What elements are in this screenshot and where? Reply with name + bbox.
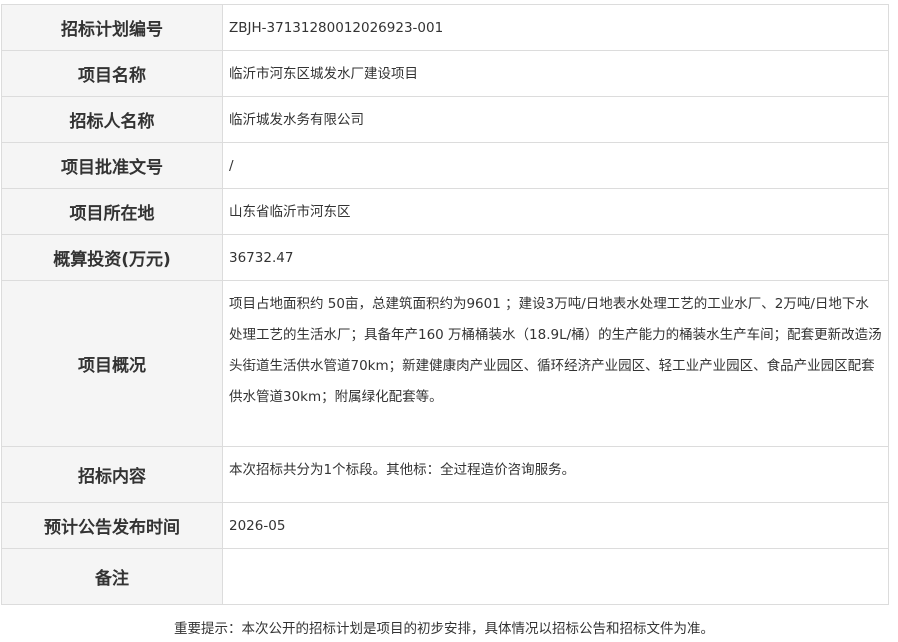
approval-number-value: / [222, 142, 889, 189]
project-overview-value: 项目占地面积约 50亩，总建筑面积约为9601 ；建设3万吨/日地表水处理工艺的… [222, 280, 889, 447]
row-project-name: 项目名称 临沂市河东区城发水厂建设项目 [1, 50, 889, 97]
publish-time-value: 2026-05 [222, 502, 889, 549]
project-name-value: 临沂市河东区城发水厂建设项目 [222, 50, 889, 97]
row-tenderer-name: 招标人名称 临沂城发水务有限公司 [1, 96, 889, 143]
tender-content-label: 招标内容 [1, 446, 223, 503]
important-notice: 重要提示：本次公开的招标计划是项目的初步安排，具体情况以招标公告和招标文件为准。 [174, 621, 714, 637]
project-name-label: 项目名称 [1, 50, 223, 97]
project-overview-label: 项目概况 [1, 280, 223, 447]
estimated-investment-label: 概算投资(万元) [1, 234, 223, 281]
remark-value [222, 548, 889, 605]
publish-time-label: 预计公告发布时间 [1, 502, 223, 549]
project-location-value: 山东省临沂市河东区 [222, 188, 889, 235]
tender-content-value: 本次招标共分为1个标段。其他标：全过程造价咨询服务。 [222, 446, 889, 503]
remark-label: 备注 [1, 548, 223, 605]
estimated-investment-value: 36732.47 [222, 234, 889, 281]
plan-number-value: ZBJH-37131280012026923-001 [222, 4, 889, 51]
row-project-overview: 项目概况 项目占地面积约 50亩，总建筑面积约为9601 ；建设3万吨/日地表水… [1, 280, 889, 447]
row-tender-content: 招标内容 本次招标共分为1个标段。其他标：全过程造价咨询服务。 [1, 446, 889, 503]
row-project-location: 项目所在地 山东省临沂市河东区 [1, 188, 889, 235]
tenderer-name-value: 临沂城发水务有限公司 [222, 96, 889, 143]
row-estimated-investment: 概算投资(万元) 36732.47 [1, 234, 889, 281]
project-location-label: 项目所在地 [1, 188, 223, 235]
plan-number-label: 招标计划编号 [1, 4, 223, 51]
row-publish-time: 预计公告发布时间 2026-05 [1, 502, 889, 549]
tenderer-name-label: 招标人名称 [1, 96, 223, 143]
tender-plan-table: 招标计划编号 ZBJH-37131280012026923-001 项目名称 临… [1, 4, 889, 605]
row-plan-number: 招标计划编号 ZBJH-37131280012026923-001 [1, 4, 889, 51]
approval-number-label: 项目批准文号 [1, 142, 223, 189]
row-remark: 备注 [1, 548, 889, 605]
row-approval-number: 项目批准文号 / [1, 142, 889, 189]
